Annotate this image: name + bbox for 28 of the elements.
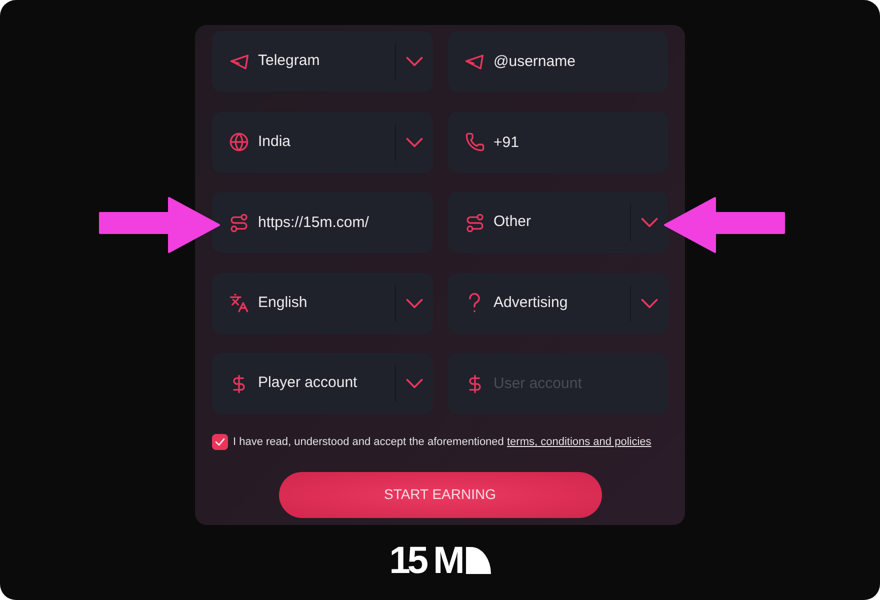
chevron-down-icon <box>404 378 424 389</box>
dropdown[interactable]: English <box>212 272 432 334</box>
dropdown[interactable]: Player account <box>212 353 432 414</box>
paper-plane-icon <box>230 54 248 70</box>
route-icon <box>464 212 484 232</box>
logo-text: 15 M <box>389 542 462 580</box>
text-field[interactable]: +91 <box>448 112 668 172</box>
dropdown[interactable]: India <box>212 112 432 172</box>
chevron-down-icon <box>404 56 424 67</box>
terms-link[interactable]: terms, conditions and policies <box>506 436 652 448</box>
chevron-down-icon <box>640 298 659 308</box>
translate-icon <box>229 293 249 313</box>
check-icon <box>215 438 225 446</box>
agreement-text: I have read, understood and accept the aforementioned terms, conditions and policies <box>233 435 652 450</box>
text-field[interactable]: https://15m.com/ <box>212 192 432 253</box>
question-mark-icon <box>468 293 481 313</box>
dropdown[interactable]: Other <box>448 192 668 253</box>
chevron-down-icon <box>640 217 659 228</box>
phone-icon <box>464 132 484 152</box>
text-field[interactable]: @username <box>448 31 668 92</box>
globe-icon <box>229 132 249 152</box>
chevron-down-icon <box>404 298 424 308</box>
chevron-down-icon <box>404 136 424 148</box>
route-icon <box>229 212 249 232</box>
dropdown[interactable]: Advertising <box>448 272 668 334</box>
checkbox[interactable] <box>212 434 228 450</box>
dropdown[interactable]: Telegram <box>212 31 432 92</box>
paper-plane-icon <box>465 54 484 70</box>
